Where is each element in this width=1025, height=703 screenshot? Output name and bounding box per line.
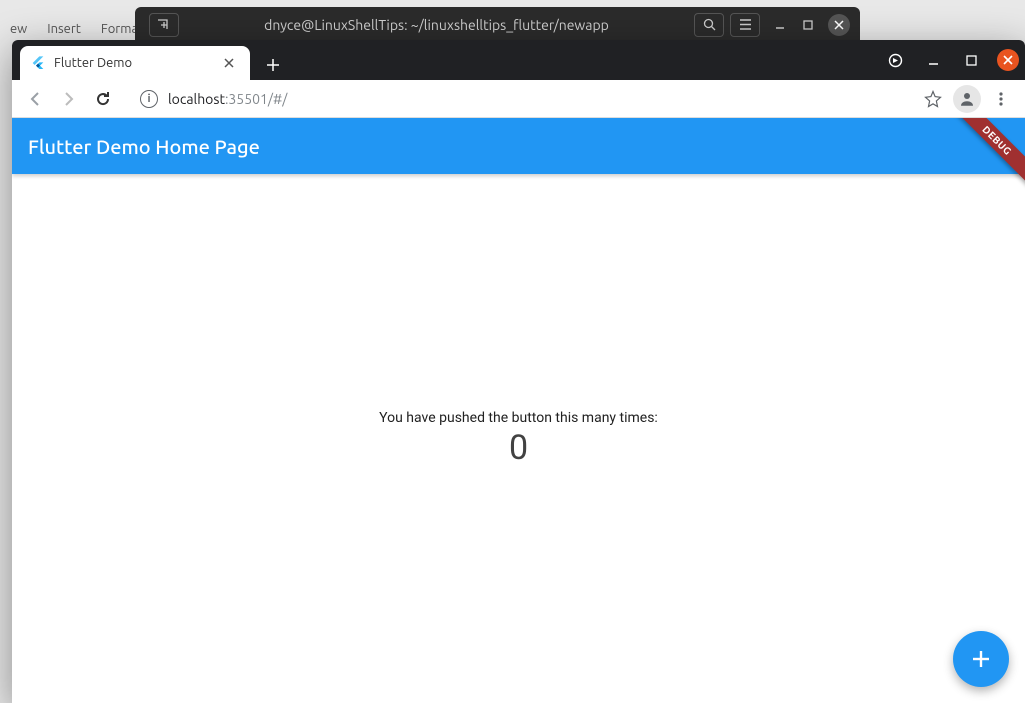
- terminal-new-tab-button[interactable]: [149, 13, 179, 37]
- terminal-search-button[interactable]: [694, 13, 724, 37]
- tab-title: Flutter Demo: [54, 56, 224, 70]
- forward-button[interactable]: [54, 84, 84, 114]
- reload-button[interactable]: [88, 84, 118, 114]
- window-maximize-button[interactable]: [959, 48, 983, 72]
- bg-menu-item[interactable]: Insert: [37, 18, 91, 40]
- chromium-indicator-icon[interactable]: [883, 48, 907, 72]
- tab-strip: Flutter Demo: [12, 40, 1025, 80]
- site-info-icon[interactable]: i: [140, 90, 158, 108]
- terminal-title: dnyce@LinuxShellTips: ~/linuxshelltips_f…: [179, 17, 694, 33]
- plus-icon: [970, 648, 992, 670]
- url-host: localhost: [168, 91, 225, 107]
- terminal-maximize-button[interactable]: [794, 20, 822, 30]
- back-button[interactable]: [20, 84, 50, 114]
- bg-menu-item[interactable]: ew: [0, 18, 37, 40]
- floating-action-button[interactable]: [953, 631, 1009, 687]
- flutter-app: Flutter Demo Home Page DEBUG You have pu…: [12, 118, 1025, 703]
- browser-tab-active[interactable]: Flutter Demo: [20, 46, 250, 80]
- tab-close-button[interactable]: [224, 58, 240, 68]
- flutter-appbar: Flutter Demo Home Page: [12, 118, 1025, 174]
- browser-window: Flutter Demo: [12, 40, 1025, 703]
- counter-value: 0: [509, 428, 528, 468]
- window-minimize-button[interactable]: [921, 48, 945, 72]
- flutter-favicon: [30, 55, 46, 71]
- bookmark-star-button[interactable]: [917, 83, 949, 115]
- browser-toolbar: i localhost:35501/#/: [12, 80, 1025, 118]
- terminal-menu-button[interactable]: [730, 13, 760, 37]
- window-close-button[interactable]: [997, 49, 1019, 71]
- appbar-title: Flutter Demo Home Page: [28, 135, 260, 158]
- counter-caption: You have pushed the button this many tim…: [379, 410, 658, 426]
- profile-button[interactable]: [953, 85, 981, 113]
- new-tab-button[interactable]: [258, 50, 288, 80]
- url-path: :35501/#/: [225, 91, 287, 107]
- terminal-minimize-button[interactable]: [766, 20, 794, 30]
- browser-menu-button[interactable]: [985, 83, 1017, 115]
- terminal-titlebar: dnyce@LinuxShellTips: ~/linuxshelltips_f…: [135, 7, 860, 42]
- terminal-close-button[interactable]: [828, 14, 850, 36]
- background-menu-bar: ew Insert Forma: [0, 18, 148, 40]
- flutter-body: You have pushed the button this many tim…: [12, 174, 1025, 703]
- address-bar[interactable]: i localhost:35501/#/: [128, 84, 907, 114]
